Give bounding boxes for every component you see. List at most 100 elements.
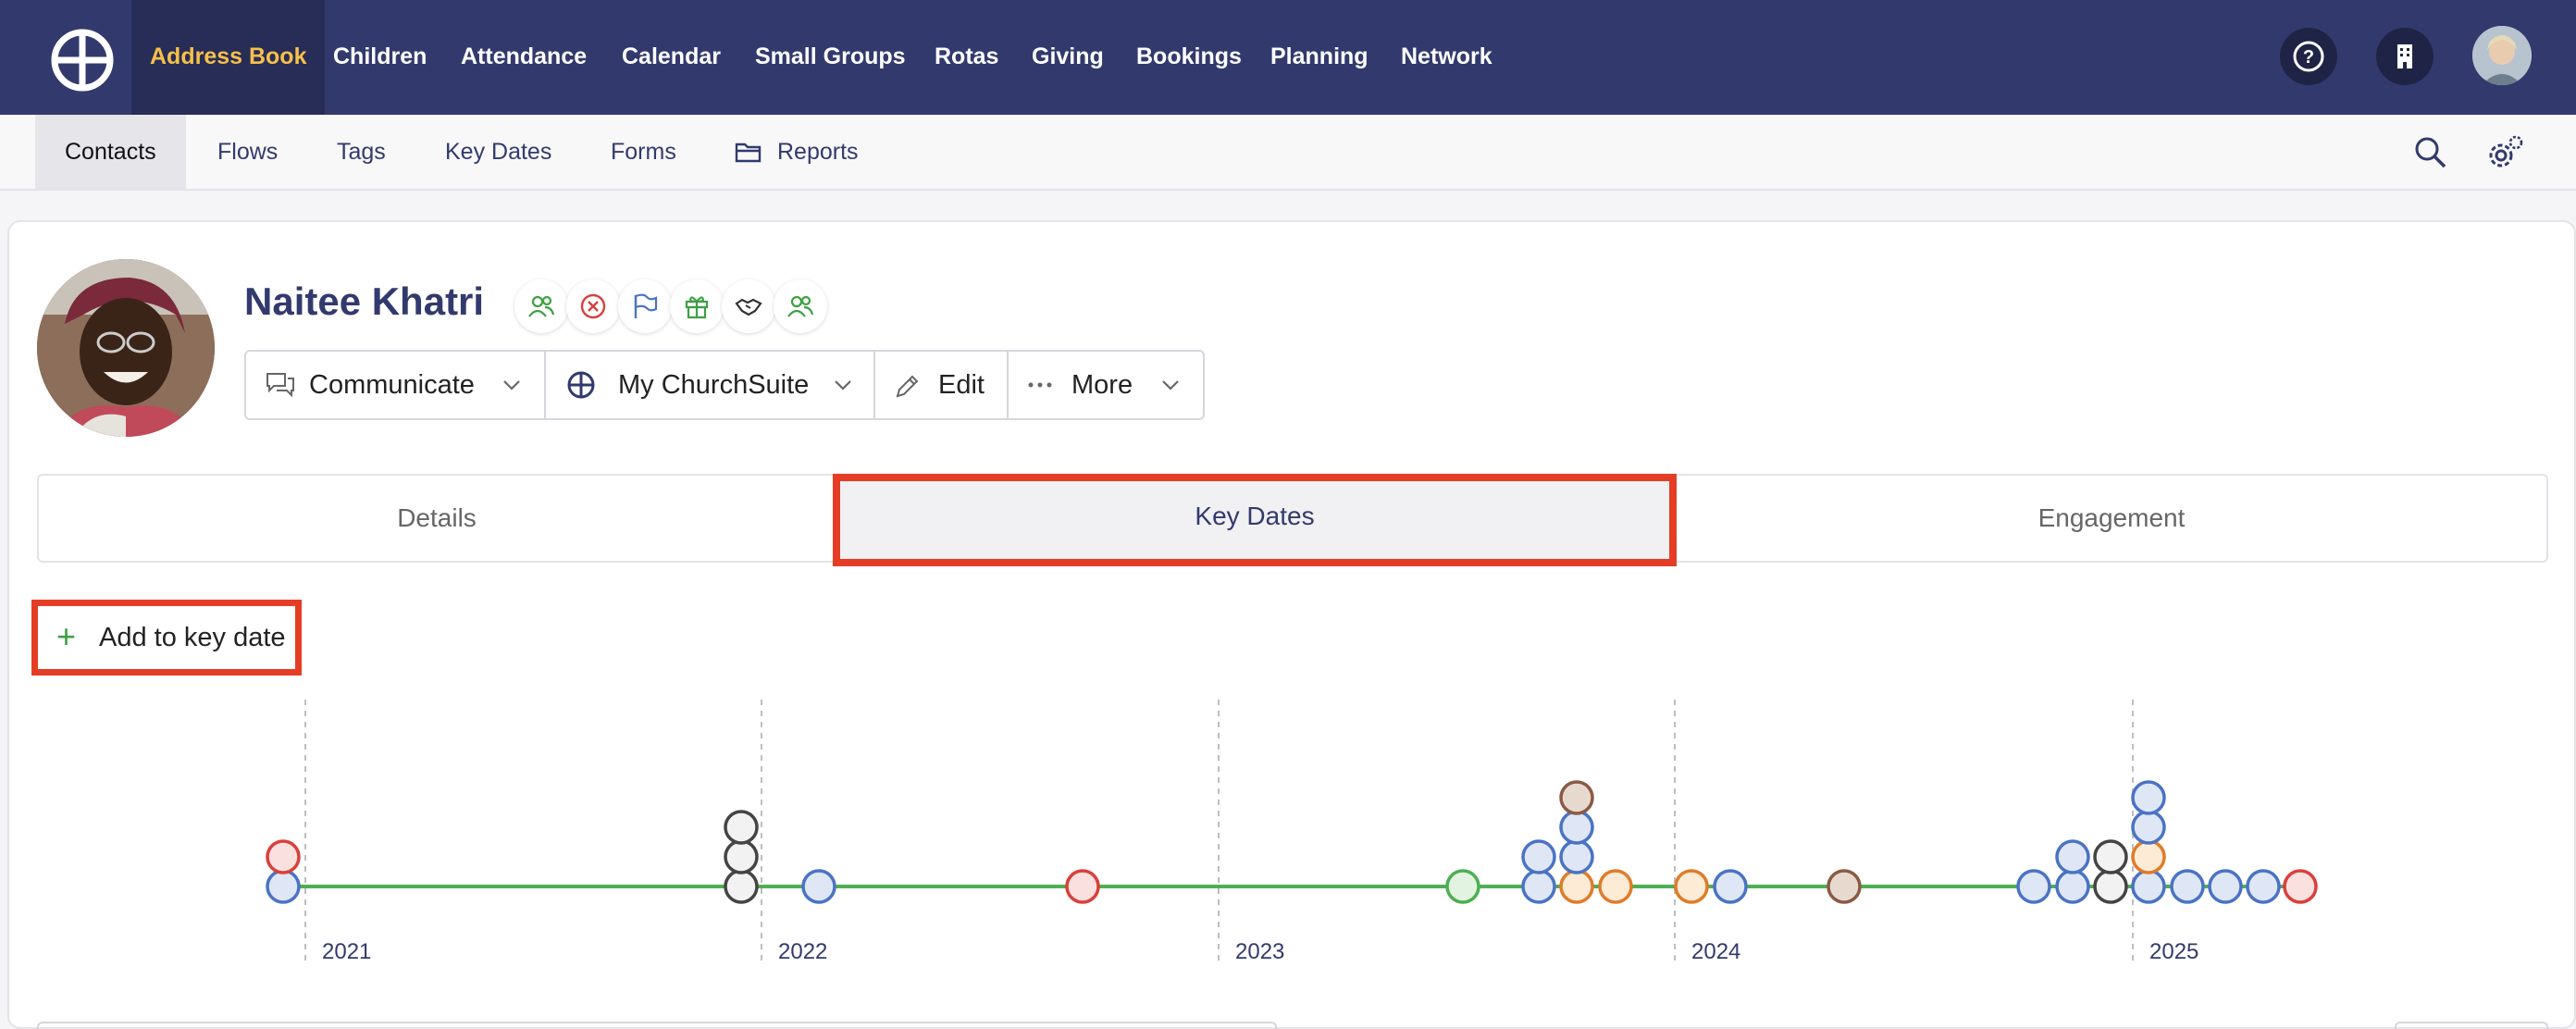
top-navigation: Address Book Children Attendance Calenda… — [0, 0, 2576, 115]
churchsuite-logo-icon[interactable] — [50, 28, 115, 93]
tag-bubble[interactable] — [774, 279, 827, 333]
sub-navigation: Contacts Flows Tags Key Dates Forms Repo… — [0, 115, 2576, 191]
key-date-marker[interactable] — [1559, 810, 1594, 845]
churchsuite-icon — [567, 371, 595, 399]
organisation-button[interactable] — [2376, 28, 2434, 85]
nav-attendance[interactable]: Attendance — [461, 0, 587, 115]
key-date-marker[interactable] — [2131, 780, 2166, 815]
key-date-marker[interactable] — [2055, 869, 2090, 904]
user-avatar[interactable] — [2472, 26, 2532, 85]
key-date-marker[interactable] — [2131, 839, 2166, 874]
settings-icon[interactable] — [2485, 133, 2526, 172]
nav-children[interactable]: Children — [333, 0, 427, 115]
year-label: 2024 — [1691, 939, 1740, 964]
help-button[interactable]: ? — [2280, 28, 2337, 85]
subnav-contacts[interactable]: Contacts — [35, 115, 186, 189]
year-label: 2022 — [778, 939, 827, 964]
tag-bubble[interactable] — [566, 279, 620, 333]
more-button[interactable]: More — [1009, 352, 1203, 418]
subnav-forms[interactable]: Forms — [611, 115, 676, 189]
folder-icon — [735, 143, 762, 163]
plus-icon: + — [56, 617, 77, 655]
key-date-marker[interactable] — [1065, 869, 1100, 904]
building-icon — [2397, 44, 2412, 68]
chevron-down-icon — [835, 380, 851, 391]
flag-icon — [634, 293, 658, 318]
contact-tabs: Details Key Dates Engagement — [37, 474, 2548, 566]
tab-engagement[interactable]: Engagement — [1677, 476, 2546, 561]
nav-bookings[interactable]: Bookings — [1136, 0, 1242, 115]
my-churchsuite-button[interactable]: My ChurchSuite — [546, 352, 875, 418]
my-churchsuite-label: My ChurchSuite — [618, 370, 810, 400]
key-date-marker[interactable] — [2131, 810, 2166, 845]
ellipsis-icon — [1028, 382, 1052, 388]
panel-edge — [2395, 1022, 2548, 1029]
help-icon: ? — [2293, 41, 2324, 72]
key-date-marker[interactable] — [1674, 869, 1709, 904]
edit-button[interactable]: Edit — [875, 352, 1009, 418]
subnav-key-dates[interactable]: Key Dates — [445, 115, 551, 189]
key-date-marker[interactable] — [1713, 869, 1748, 904]
key-date-marker[interactable] — [2055, 839, 2090, 874]
nav-calendar[interactable]: Calendar — [622, 0, 721, 115]
chevron-down-icon — [503, 380, 520, 391]
users-icon — [528, 295, 555, 317]
key-date-marker[interactable] — [1598, 869, 1633, 904]
key-date-marker[interactable] — [1521, 839, 1556, 874]
nav-planning[interactable]: Planning — [1270, 0, 1368, 115]
key-date-marker[interactable] — [2208, 869, 2243, 904]
cancel-icon — [580, 293, 606, 319]
svg-text:?: ? — [2303, 47, 2314, 68]
key-date-marker[interactable] — [1559, 869, 1594, 904]
subnav-tags[interactable]: Tags — [337, 115, 386, 189]
gift-icon — [685, 296, 709, 319]
search-icon[interactable] — [2413, 135, 2448, 170]
subnav-reports[interactable]: Reports — [777, 115, 859, 189]
key-dates-timeline: 2021 2022 2023 2024 2025 — [266, 700, 2318, 966]
panel-edge — [37, 1022, 1277, 1029]
key-date-marker[interactable] — [2093, 869, 2128, 904]
pencil-icon — [896, 375, 919, 398]
key-date-marker[interactable] — [1521, 869, 1556, 904]
key-date-marker[interactable] — [2170, 869, 2205, 904]
key-date-marker[interactable] — [2016, 869, 2051, 904]
subnav-flows[interactable]: Flows — [217, 115, 278, 189]
contact-actions: Communicate My ChurchSuite Edit More — [244, 350, 1205, 420]
tab-details[interactable]: Details — [39, 476, 835, 561]
key-date-marker[interactable] — [2131, 869, 2166, 904]
year-label: 2025 — [2149, 939, 2198, 964]
key-date-marker[interactable] — [1445, 869, 1480, 904]
key-date-marker[interactable] — [2093, 839, 2128, 874]
nav-giving[interactable]: Giving — [1032, 0, 1104, 115]
key-date-marker[interactable] — [2283, 869, 2318, 904]
chevron-down-icon — [1162, 380, 1179, 391]
key-date-marker[interactable] — [1559, 839, 1594, 874]
tag-bubble[interactable] — [722, 279, 775, 333]
key-date-marker[interactable] — [724, 810, 759, 845]
tag-bubble[interactable] — [618, 279, 672, 333]
contact-photo — [37, 259, 215, 437]
key-date-marker[interactable] — [801, 869, 836, 904]
nav-network[interactable]: Network — [1401, 0, 1492, 115]
key-date-marker[interactable] — [266, 839, 301, 874]
add-to-key-date-button[interactable]: + Add to key date — [31, 600, 302, 676]
key-date-marker[interactable] — [724, 869, 759, 904]
chat-icon — [266, 373, 294, 398]
tag-bubble[interactable] — [670, 279, 724, 333]
key-date-marker[interactable] — [724, 839, 759, 874]
key-date-marker[interactable] — [266, 869, 301, 904]
tab-key-dates[interactable]: Key Dates — [833, 474, 1677, 566]
nav-address-book[interactable]: Address Book — [131, 0, 326, 115]
communicate-label: Communicate — [309, 370, 475, 400]
key-date-marker[interactable] — [2246, 869, 2281, 904]
communicate-button[interactable]: Communicate — [246, 352, 546, 418]
key-date-marker[interactable] — [1559, 780, 1594, 815]
tag-bubble[interactable] — [514, 279, 568, 333]
handshake-icon — [735, 298, 762, 316]
year-label: 2021 — [322, 939, 371, 964]
users-icon — [787, 295, 814, 317]
contact-name: Naitee Khatri — [244, 279, 485, 323]
nav-small-groups[interactable]: Small Groups — [755, 0, 906, 115]
nav-rotas[interactable]: Rotas — [935, 0, 998, 115]
key-date-marker[interactable] — [1827, 869, 1862, 904]
